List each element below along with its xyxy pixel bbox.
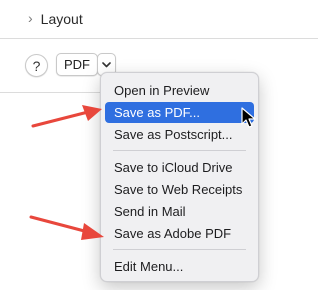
chevron-down-icon [102, 61, 111, 67]
mouse-pointer-icon [241, 107, 256, 128]
menu-item-save-as-pdf[interactable]: Save as PDF... [105, 102, 254, 123]
pdf-button-label: PDF [64, 57, 90, 72]
pdf-button[interactable]: PDF [56, 53, 98, 76]
menu-item-save-as-postscript[interactable]: Save as Postscript... [105, 124, 254, 145]
section-divider [0, 38, 318, 39]
menu-item-edit-menu[interactable]: Edit Menu... [105, 256, 254, 277]
layout-disclosure[interactable]: › Layout [28, 9, 83, 29]
menu-item-open-in-preview[interactable]: Open in Preview [105, 80, 254, 101]
menu-item-save-to-web-receipts[interactable]: Save to Web Receipts [105, 179, 254, 200]
menu-separator [113, 150, 246, 151]
help-label: ? [32, 57, 41, 74]
menu-item-save-to-icloud-drive[interactable]: Save to iCloud Drive [105, 157, 254, 178]
menu-item-send-in-mail[interactable]: Send in Mail [105, 201, 254, 222]
annotation-arrow-icon [31, 105, 102, 128]
annotation-arrow-icon [29, 215, 104, 240]
menu-item-save-as-adobe-pdf[interactable]: Save as Adobe PDF [105, 223, 254, 244]
panel-bottom-divider [0, 92, 100, 93]
chevron-right-icon: › [28, 10, 33, 26]
pdf-menu: Open in Preview Save as PDF... Save as P… [100, 72, 259, 282]
menu-separator [113, 249, 246, 250]
help-button[interactable]: ? [25, 54, 48, 77]
layout-label: Layout [40, 11, 83, 27]
